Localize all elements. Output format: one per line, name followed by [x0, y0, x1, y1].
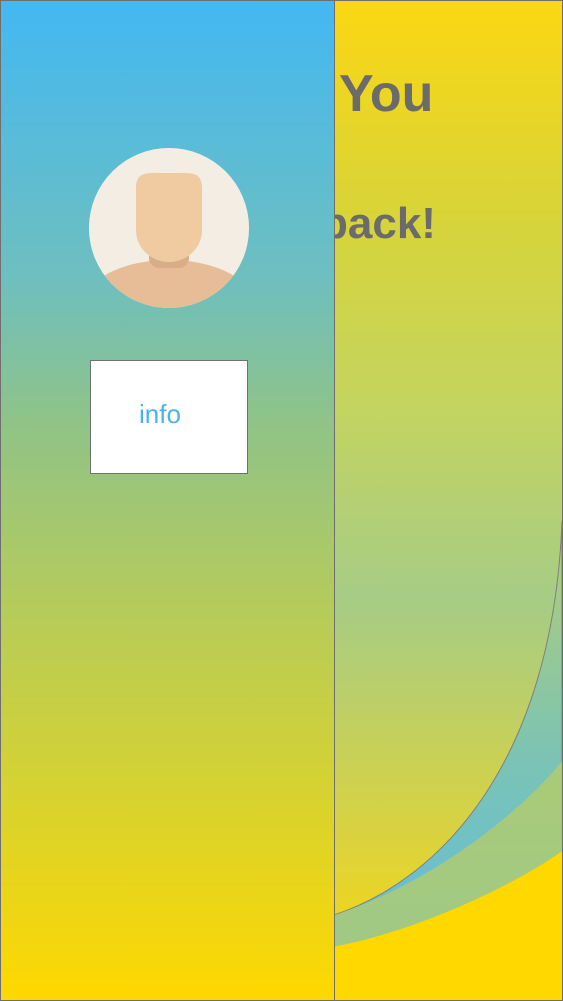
info-button[interactable]: info — [90, 360, 248, 474]
avatar[interactable] — [89, 148, 249, 308]
info-button-label: info — [139, 398, 181, 429]
app-screen: You back! info — [0, 0, 563, 1001]
side-drawer: info — [0, 0, 335, 1001]
default-user-avatar-icon — [89, 148, 249, 308]
